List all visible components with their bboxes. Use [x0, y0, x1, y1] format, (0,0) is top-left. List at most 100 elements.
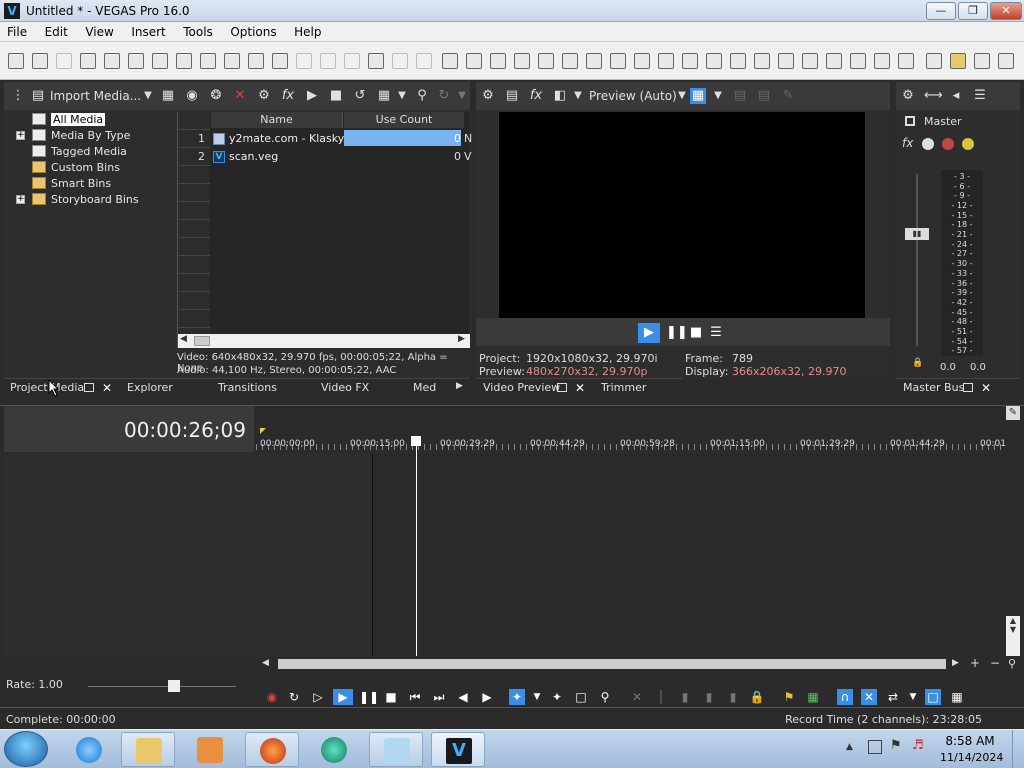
new-project-icon[interactable] [8, 53, 24, 69]
vegas-tool-7-icon[interactable] [586, 53, 602, 69]
tree-item-tagged-media[interactable]: Tagged Media [32, 144, 127, 160]
insert-region-icon[interactable]: ▦ [805, 689, 821, 705]
column-header-use-count[interactable]: Use Count [344, 112, 464, 128]
edit-tool-dropdown-icon[interactable]: ▼ [529, 689, 545, 705]
tab-video-preview[interactable]: Video Preview [483, 381, 560, 394]
vegas-tool-2-icon[interactable] [466, 53, 482, 69]
action-center-flag-icon[interactable]: ⚑ [890, 738, 902, 753]
vegas-tool-6-icon[interactable] [562, 53, 578, 69]
more-dropdown-icon[interactable]: ▼ [454, 88, 470, 104]
vegas-tool-10-icon[interactable] [658, 53, 674, 69]
open-folder-icon[interactable] [950, 53, 966, 69]
media-list-scrollbar[interactable]: ◀ ▶ [178, 334, 470, 348]
taskbar-vegas-pro[interactable]: V [431, 732, 485, 767]
import-media-button[interactable]: Import Media... [50, 89, 141, 103]
save-snapshot-icon[interactable]: ▤ [756, 88, 772, 104]
tab-trimmer[interactable]: Trimmer [601, 381, 646, 394]
media-fx-icon[interactable]: ❂ [208, 88, 224, 104]
vegas-tool-14-icon[interactable] [754, 53, 770, 69]
vegas-tool-18-icon[interactable] [850, 53, 866, 69]
quality-dropdown-icon[interactable]: ▼ [674, 88, 690, 104]
video-output-fx-icon[interactable]: fx [528, 88, 544, 104]
vegas-tool-15-icon[interactable] [778, 53, 794, 69]
track-content-area[interactable] [373, 454, 1004, 656]
stop-icon[interactable]: ■ [328, 88, 344, 104]
tree-item-smart-bins[interactable]: Smart Bins [32, 176, 111, 192]
zoom-in-icon[interactable]: + [970, 656, 980, 670]
taskbar-app-blue[interactable] [369, 732, 423, 767]
vegas-tool-8-icon[interactable] [610, 53, 626, 69]
tab-transitions[interactable]: Transitions [218, 381, 277, 394]
tab-explorer[interactable]: Explorer [127, 381, 173, 394]
preview-menu-icon[interactable]: ☰ [708, 323, 724, 343]
undock-icon[interactable] [963, 383, 973, 392]
expand-icon[interactable]: + [16, 131, 25, 140]
tray-expand-icon[interactable]: ▲ [846, 742, 853, 752]
vegas-tool-11-icon[interactable] [682, 53, 698, 69]
clock-time[interactable]: 8:58 AM [940, 734, 1000, 748]
ripple-dropdown-icon[interactable]: ▼ [905, 689, 921, 705]
search-icon[interactable]: ⚲ [414, 88, 430, 104]
publish-icon[interactable] [104, 53, 120, 69]
auto-preview-icon[interactable]: ↺ [352, 88, 368, 104]
undock-icon[interactable] [557, 383, 567, 392]
dropdown-icon[interactable]: ▼ [140, 88, 156, 104]
menu-insert[interactable]: Insert [124, 22, 172, 42]
scroll-left-icon[interactable]: ◀ [262, 658, 269, 668]
table-row[interactable]: 1 y2mate.com - Klasky... 0 N [178, 130, 472, 148]
trim-end-icon[interactable]: ▮ [701, 689, 717, 705]
refresh-icon[interactable]: ↻ [436, 88, 452, 104]
preview-quality-dropdown[interactable]: Preview (Auto) [589, 89, 677, 103]
import-icon[interactable]: ▤ [30, 88, 46, 104]
close-tab-icon[interactable]: ✕ [102, 381, 112, 395]
table-row[interactable]: 2 V scan.veg 0 V [178, 148, 472, 166]
timeline-horizontal-scroll[interactable]: ◀ ▶ + − ⚲ [258, 656, 1024, 672]
close-tab-icon[interactable]: ✕ [981, 381, 991, 395]
vegas-tool-19-icon[interactable] [874, 53, 890, 69]
snapshot-icon[interactable] [272, 53, 288, 69]
mixer-settings-gear-icon[interactable]: ⚙ [900, 88, 916, 104]
split-icon[interactable]: ▮ [725, 689, 741, 705]
tree-item-media-by-type[interactable]: Media By Type [32, 128, 130, 144]
scroll-thumb[interactable] [194, 336, 210, 346]
preview-stop-button[interactable]: ■ [688, 323, 704, 343]
normal-edit-tool-icon[interactable]: ✦ [509, 689, 525, 705]
vegas-tool-9-icon[interactable] [634, 53, 650, 69]
timecode-display[interactable]: 00:00:26;09 [4, 406, 254, 452]
delete-icon[interactable] [224, 53, 240, 69]
taskbar-firefox[interactable] [245, 732, 299, 767]
vegas-tool-5-icon[interactable] [538, 53, 554, 69]
timeline-scroll-thumb[interactable] [278, 659, 946, 669]
trim-tool-icon[interactable]: │ [653, 689, 669, 705]
get-media-icon[interactable]: ◉ [184, 88, 200, 104]
show-desktop-button[interactable] [1012, 730, 1024, 768]
taskbar-app-green[interactable] [307, 732, 361, 767]
save-file-icon[interactable] [974, 53, 990, 69]
tree-item-custom-bins[interactable]: Custom Bins [32, 160, 120, 176]
menu-view[interactable]: View [78, 22, 120, 42]
vegas-tool-20-icon[interactable] [898, 53, 914, 69]
copy-icon[interactable] [176, 53, 192, 69]
menu-file[interactable]: File [0, 22, 34, 42]
undock-icon[interactable] [84, 383, 94, 392]
menu-edit[interactable]: Edit [38, 22, 75, 42]
auto-crossfade-icon[interactable]: ✕ [861, 689, 877, 705]
tab-master-bus[interactable]: Master Bus [903, 381, 964, 394]
copy-snapshot-icon[interactable]: ▤ [732, 88, 748, 104]
vegas-tool-12-icon[interactable] [706, 53, 722, 69]
vegas-tool-16-icon[interactable] [802, 53, 818, 69]
undo-icon[interactable] [296, 53, 312, 69]
clock-date[interactable]: 11/14/2024 [940, 751, 1003, 764]
redo-icon[interactable] [320, 53, 336, 69]
expand-icon[interactable]: + [16, 195, 25, 204]
vertical-scrollbar[interactable]: ▲ ▼ [1006, 616, 1020, 656]
trim-start-icon[interactable]: ▮ [677, 689, 693, 705]
properties-gear-icon[interactable]: ⚙ [256, 88, 272, 104]
fader-handle[interactable]: ▮▮ [905, 228, 929, 240]
play-icon[interactable]: ▶ [304, 88, 320, 104]
network-icon[interactable] [868, 740, 882, 754]
record-icon[interactable]: ◉ [264, 689, 280, 705]
vegas-tool-13-icon[interactable] [730, 53, 746, 69]
history-icon[interactable] [344, 53, 360, 69]
new-file-icon[interactable] [926, 53, 942, 69]
